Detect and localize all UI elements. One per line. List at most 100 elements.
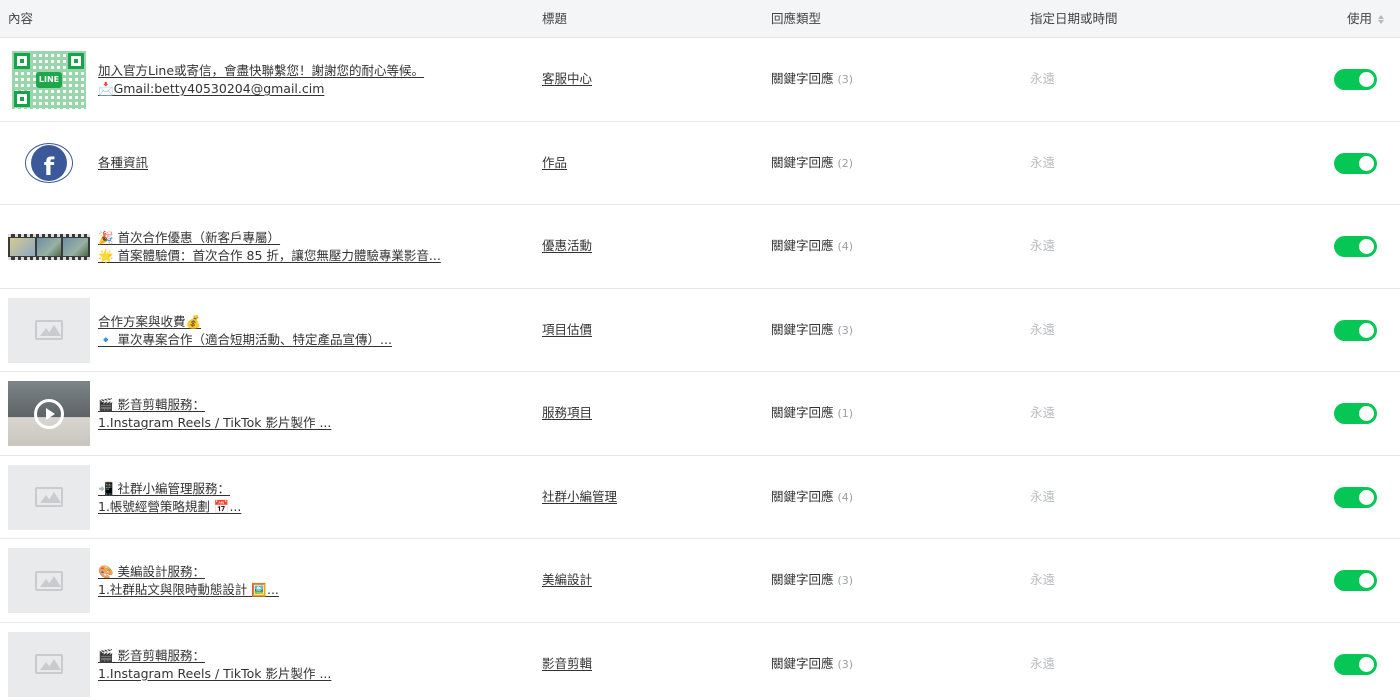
content-preview: 加入官方Line或寄信，會盡快聯繫您！謝謝您的耐心等候。 📩Gmail:betty… (98, 62, 518, 98)
facebook-thumbnail: f (8, 131, 90, 196)
response-type-label: 關鍵字回應 (771, 405, 834, 420)
table-row: 🎨 美編設計服務： 1.社群貼文與限時動態設計 🖼️... 美編設計 關鍵字回應(… (0, 539, 1400, 623)
content-line[interactable]: 🎨 美編設計服務： (98, 563, 518, 581)
image-placeholder-icon (35, 654, 63, 674)
table-row: 📲 社群小編管理服務： 1.帳號經營策略規劃 📅... 社群小編管理 關鍵字回應(… (0, 456, 1400, 539)
content-line[interactable]: 🌟 首案體驗價：首次合作 85 折，讓您無壓力體驗專業影音... (98, 247, 518, 265)
header-use-label: 使用 (1346, 11, 1372, 26)
table-row: LINE 加入官方Line或寄信，會盡快聯繫您！謝謝您的耐心等候。 📩Gmail:… (0, 38, 1400, 122)
enable-toggle[interactable] (1334, 152, 1377, 174)
keyword-count: (3) (837, 657, 854, 671)
qr-code-icon: LINE (12, 50, 86, 109)
facebook-logo-letter: f (31, 145, 67, 181)
response-type: 關鍵字回應 (3) (771, 70, 853, 89)
header-date-time: 指定日期或時間 (1030, 11, 1118, 26)
enable-toggle[interactable] (1334, 69, 1377, 90)
keyword-count: (4) (837, 490, 854, 504)
keyword-count: (3) (837, 574, 854, 587)
table-row: f 各種資訊 作品 關鍵字回應 (2) 永遠 (0, 122, 1400, 205)
schedule-date: 永遠 (1030, 488, 1056, 504)
content-preview: 🎉 首次合作優惠（新客戶專屬） 🌟 首案體驗價：首次合作 85 折，讓您無壓力體驗… (98, 229, 518, 265)
schedule-date: 永遠 (1030, 238, 1056, 253)
image-placeholder (8, 297, 90, 363)
image-placeholder (8, 548, 90, 613)
content-line[interactable]: 1.帳號經營策略規劃 📅... (98, 498, 518, 516)
film-strip-thumbnail (8, 214, 90, 279)
content-line[interactable]: 1.Instagram Reels / TikTok 影片製作 ... (98, 665, 518, 683)
enable-toggle[interactable] (1334, 653, 1377, 675)
content-line[interactable]: 🔹 單次專案合作（適合短期活動、特定產品宣傳）... (98, 331, 518, 349)
response-type: 關鍵字回應 (4) (771, 237, 853, 256)
table-body: LINE 加入官方Line或寄信，會盡快聯繫您！謝謝您的耐心等候。 📩Gmail:… (0, 38, 1400, 700)
content-line[interactable]: 🎉 首次合作優惠（新客戶專屬） (98, 229, 518, 247)
content-line[interactable]: 1.社群貼文與限時動態設計 🖼️... (98, 581, 518, 599)
content-line[interactable]: 📲 社群小編管理服務： (98, 480, 518, 498)
enable-toggle[interactable] (1334, 486, 1377, 508)
schedule-date: 永遠 (1030, 154, 1056, 170)
response-type-label: 關鍵字回應 (771, 321, 834, 337)
title-link[interactable]: 作品 (542, 154, 567, 172)
header-response-type: 回應類型 (771, 11, 822, 26)
content-line[interactable]: 🎬 影音剪輯服務： (98, 647, 518, 665)
table-row: 🎉 首次合作優惠（新客戶專屬） 🌟 首案體驗價：首次合作 85 折，讓您無壓力體驗… (0, 205, 1400, 289)
schedule-date: 永遠 (1030, 71, 1056, 86)
title-link[interactable]: 項目估價 (542, 321, 592, 339)
content-line[interactable]: 1.Instagram Reels / TikTok 影片製作 ... (98, 414, 518, 432)
title-link[interactable]: 社群小編管理 (542, 488, 617, 506)
title-link[interactable]: 優惠活動 (542, 237, 592, 255)
header-content: 內容 (8, 11, 34, 26)
film-strip-icon (8, 233, 90, 260)
table-row: 🎬 影音剪輯服務： 1.Instagram Reels / TikTok 影片製作… (0, 372, 1400, 456)
keyword-count: (3) (837, 323, 854, 337)
keyword-count: (3) (837, 73, 854, 86)
schedule-date: 永遠 (1030, 405, 1056, 420)
schedule-date: 永遠 (1030, 572, 1056, 587)
response-type-label: 關鍵字回應 (771, 655, 834, 671)
facebook-icon: f (25, 143, 73, 183)
auto-reply-table: 內容 標題 回應類型 指定日期或時間 使用 LINE 加入官方Line或寄信，會… (0, 0, 1400, 700)
content-line[interactable]: 🎬 影音剪輯服務： (98, 396, 518, 414)
response-type: 關鍵字回應 (1) (771, 404, 853, 423)
response-type: 關鍵字回應 (3) (771, 571, 853, 590)
response-type: 關鍵字回應 (2) (771, 154, 853, 173)
response-type: 關鍵字回應 (3) (771, 655, 853, 674)
title-link[interactable]: 影音剪輯 (542, 655, 592, 673)
title-link[interactable]: 美編設計 (542, 571, 592, 589)
line-logo-badge: LINE (36, 71, 62, 88)
response-type-label: 關鍵字回應 (771, 71, 834, 86)
image-placeholder (8, 631, 90, 697)
enable-toggle[interactable] (1334, 570, 1377, 591)
content-line[interactable]: 各種資訊 (98, 154, 518, 172)
keyword-count: (2) (837, 156, 854, 170)
content-line[interactable]: 📩Gmail:betty40530204@gmail.cim (98, 80, 518, 98)
content-preview: 🎨 美編設計服務： 1.社群貼文與限時動態設計 🖼️... (98, 563, 518, 599)
keyword-count: (1) (837, 407, 854, 420)
video-thumbnail (8, 381, 90, 446)
content-line[interactable]: 加入官方Line或寄信，會盡快聯繫您！謝謝您的耐心等候。 (98, 62, 518, 80)
table-row: 🎬 影音剪輯服務： 1.Instagram Reels / TikTok 影片製作… (0, 623, 1400, 700)
table-header: 內容 標題 回應類型 指定日期或時間 使用 (0, 0, 1400, 38)
sort-icon[interactable] (1378, 14, 1384, 24)
enable-toggle[interactable] (1334, 319, 1377, 341)
schedule-date: 永遠 (1030, 655, 1056, 671)
response-type: 關鍵字回應 (3) (771, 321, 853, 340)
content-preview: 📲 社群小編管理服務： 1.帳號經營策略規劃 📅... (98, 480, 518, 516)
content-preview: 合作方案與收費💰 🔹 單次專案合作（適合短期活動、特定產品宣傳）... (98, 313, 518, 349)
title-link[interactable]: 客服中心 (542, 70, 592, 88)
enable-toggle[interactable] (1334, 403, 1377, 424)
response-type-label: 關鍵字回應 (771, 572, 834, 587)
enable-toggle[interactable] (1334, 236, 1377, 257)
image-placeholder-icon (35, 487, 63, 507)
keyword-count: (4) (837, 240, 854, 253)
response-type: 關鍵字回應 (4) (771, 488, 853, 507)
content-preview: 各種資訊 (98, 154, 518, 172)
response-type-label: 關鍵字回應 (771, 488, 834, 504)
table-row: 合作方案與收費💰 🔹 單次專案合作（適合短期活動、特定產品宣傳）... 項目估價 … (0, 289, 1400, 372)
response-type-label: 關鍵字回應 (771, 238, 834, 253)
title-link[interactable]: 服務項目 (542, 404, 592, 422)
content-preview: 🎬 影音剪輯服務： 1.Instagram Reels / TikTok 影片製作… (98, 396, 518, 432)
image-placeholder (8, 464, 90, 530)
header-use-sort[interactable]: 使用 (1347, 0, 1384, 38)
response-type-label: 關鍵字回應 (771, 154, 834, 170)
content-line[interactable]: 合作方案與收費💰 (98, 313, 518, 331)
